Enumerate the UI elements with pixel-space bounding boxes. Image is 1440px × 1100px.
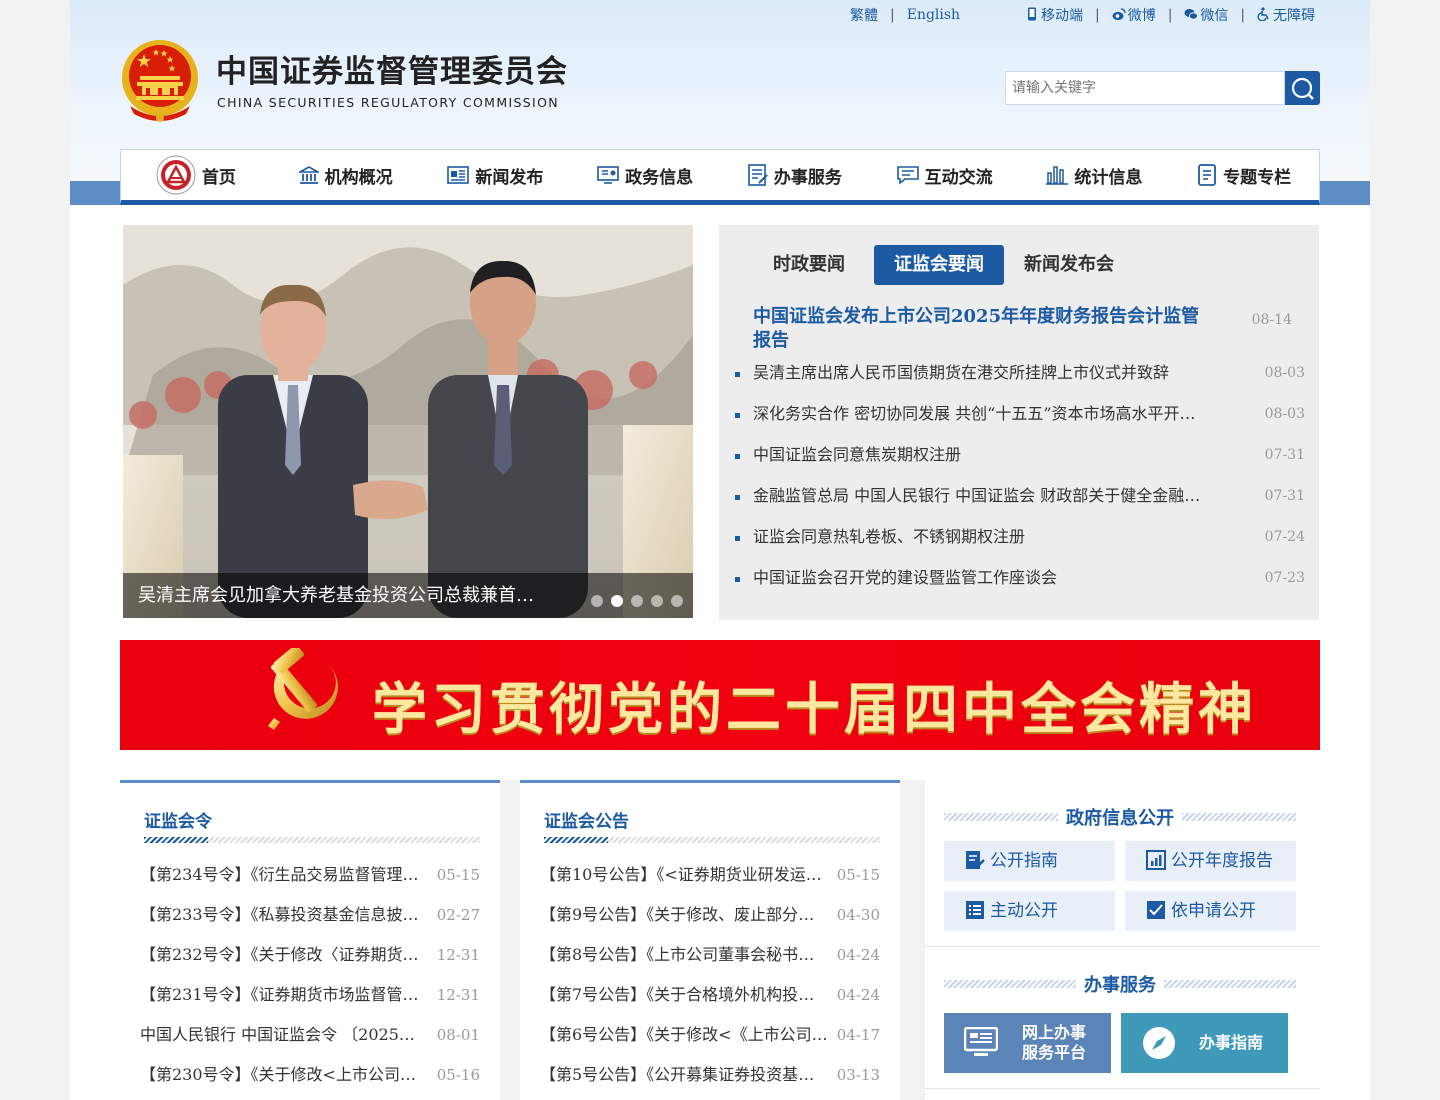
tab-political-news[interactable]: 时政要闻 [744,245,874,285]
list-item[interactable]: 金融监管总局 中国人民银行 中国证监会 财政部关于健全金融风险防范化解机制的通知… [735,484,1305,525]
newspaper-icon [447,166,470,184]
nav-statistics[interactable]: 统计信息 [1020,150,1170,200]
nav-about[interactable]: 机构概况 [271,150,421,200]
list-item[interactable]: 【第5号公告】《公开募集证券投资基金业绩比较基准指引》03-13 [540,1063,880,1100]
slider-dots [591,595,683,607]
weibo-link[interactable]: 微博 [1112,5,1156,25]
service-guide-button[interactable]: 办事指南 [1121,1013,1288,1073]
wechat-icon [1184,9,1199,20]
headline-date: 08-14 [1251,312,1292,328]
search-button[interactable] [1285,71,1320,105]
nav-home[interactable]: 首页 [121,150,271,200]
nav-government-affairs[interactable]: 政务信息 [570,150,720,200]
list-item[interactable]: 【第7号公告】《关于合格境外机构投资者的有关规定》04-24 [540,983,880,1023]
slider-dot[interactable] [671,595,683,607]
annual-report-button[interactable]: 公开年度报告 [1125,841,1296,881]
news-photo-slider[interactable]: 吴清主席会见加拿大养老基金投资公司总裁兼首席执行官 [123,225,693,618]
right-sidebar: 政府信息公开 公开指南 公开年度报告 主动公开 依申请公开 办事服务 网上办事 … [925,780,1320,1100]
slider-dot[interactable] [591,595,603,607]
nav-news[interactable]: 新闻发布 [421,150,571,200]
mobile-icon [1027,7,1036,21]
headline-news[interactable]: 中国证监会发布上市公司2025年年度财务报告会计监管报告 [753,305,1213,353]
list-item[interactable]: 【第232号令】《关于修改〈证券期货行政执法当事人承诺制度实施规定〉的决定》12… [140,943,480,983]
weibo-icon [1112,8,1126,20]
institution-icon [298,166,319,184]
orders-title[interactable]: 证监会令 [144,807,212,832]
proactive-disclosure-button[interactable]: 主动公开 [944,891,1115,931]
services-title: 办事服务 [944,971,1296,997]
bar-chart-icon [1046,166,1069,185]
list-item[interactable]: 【第10号公告】《<证券期货业研发运营一体化能力成熟度模型>等金融行业标准》05… [540,863,880,903]
notices-title[interactable]: 证监会公告 [544,807,629,832]
accessibility-link[interactable]: 无障碍 [1257,5,1315,25]
search-input[interactable] [1005,71,1285,105]
list-item[interactable]: 【第230号令】《关于修改<上市公司重大资产重组管理办法>的决定》05-16 [140,1063,480,1100]
online-service-platform-button[interactable]: 网上办事 服务平台 [944,1013,1111,1073]
mobile-link[interactable]: 移动端 [1025,5,1083,25]
list-item[interactable]: 【第231号令】《证券期货市场监督管理措施实施办法》12-31 [140,983,480,1023]
compass-icon [1143,1027,1175,1059]
divider [925,946,1320,947]
list-item[interactable]: 证监会同意热轧卷板、不锈钢期权注册 07-24 [735,525,1305,566]
orders-section: 证监会令 【第234号令】《衍生品交易监督管理办法（试行）》05-15 【第23… [120,780,500,1100]
page: 繁體 | English 移动端 | 微博 | 微信 | 无障碍 中国证券监督管理委员会 CHI… [70,0,1370,1100]
nav-services[interactable]: 办事服务 [720,150,870,200]
party-study-banner[interactable]: 学习贯彻党的二十届四中全会精神 [120,640,1320,750]
monitor-icon [597,166,619,184]
notices-list: 【第10号公告】《<证券期货业研发运营一体化能力成熟度模型>等金融行业标准》05… [540,863,880,1100]
notebook-icon [1198,164,1217,186]
list-icon [966,901,984,919]
list-item[interactable]: 【第8号公告】《上市公司董事会秘书监管规则》04-24 [540,943,880,983]
nav-special-topics[interactable]: 专题专栏 [1169,150,1319,200]
hammer-sickle-icon [268,648,338,730]
list-item[interactable]: 【第234号令】《衍生品交易监督管理办法（试行）》05-15 [140,863,480,903]
list-item[interactable]: 深化务实合作 密切协同发展 共创“十五五”资本市场高水平开放新局面 08-03 [735,402,1305,443]
slider-dot[interactable] [651,595,663,607]
disclosure-guide-button[interactable]: 公开指南 [944,841,1115,881]
tab-press-conference[interactable]: 新闻发布会 [1004,245,1134,285]
gov-info-title: 政府信息公开 [944,804,1296,830]
csrc-emblem-icon [156,155,196,195]
document-list-icon [748,164,768,186]
tab-csrc-news[interactable]: 证监会要闻 [874,245,1004,285]
traditional-chinese-link[interactable]: 繁體 [850,5,878,25]
accessibility-icon [1257,7,1269,21]
main-nav: 首页 机构概况 新闻发布 政务信息 办事服务 互动交流 统计信息 专题专栏 [120,149,1320,205]
top-links: 繁體 | English 移动端 | 微博 | 微信 | 无障碍 [850,5,1316,25]
search-icon [1291,77,1314,100]
english-link[interactable]: English [907,7,960,23]
slider-dot-active[interactable] [611,595,623,607]
list-item[interactable]: 吴清主席出席人民币国债期货在港交所挂牌上市仪式并致辞 08-03 [735,361,1305,402]
national-emblem-logo[interactable] [120,36,200,122]
site-title[interactable]: 中国证券监督管理委员会 [216,46,568,91]
divider [544,837,880,843]
edit-document-icon [966,851,985,869]
list-item[interactable]: 【第9号公告】《关于修改、废止部分证券期货制度文件的决定》04-30 [540,903,880,943]
orders-list: 【第234号令】《衍生品交易监督管理办法（试行）》05-15 【第233号令】《… [140,863,480,1100]
list-item[interactable]: 中国人民银行 中国证监会令 〔2025〕第1号 08-01 [140,1023,480,1063]
divider [144,837,480,843]
slider-dot[interactable] [631,595,643,607]
divider [925,1088,1320,1089]
news-tabs: 时政要闻 证监会要闻 新闻发布会 [744,245,1134,285]
nav-interaction[interactable]: 互动交流 [870,150,1020,200]
wechat-link[interactable]: 微信 [1184,5,1228,25]
list-item[interactable]: 【第233号令】《私募投资基金信息披露监督管理办法》02-27 [140,903,480,943]
slide-photo [123,225,693,618]
list-item[interactable]: 中国证监会同意焦炭期权注册 07-31 [735,443,1305,484]
checklist-icon [1147,901,1165,919]
request-disclosure-button[interactable]: 依申请公开 [1125,891,1296,931]
list-item[interactable]: 【第6号公告】《关于修改<《上市公司收购管理办法》第六十二条>的决定》04-17 [540,1023,880,1063]
column-gap [900,780,925,1100]
banner-text: 学习贯彻党的二十届四中全会精神 [372,677,1258,741]
news-list: 吴清主席出席人民币国债期货在港交所挂牌上市仪式并致辞 08-03 深化务实合作 密… [735,361,1305,607]
site-title-english: CHINA SECURITIES REGULATORY COMMISSION [217,95,559,110]
chat-icon [896,166,919,185]
news-panel: 时政要闻 证监会要闻 新闻发布会 中国证监会发布上市公司2025年年度财务报告会… [719,225,1319,620]
notices-section: 证监会公告 【第10号公告】《<证券期货业研发运营一体化能力成熟度模型>等金融行… [520,780,900,1100]
list-item[interactable]: 中国证监会召开党的建设暨监管工作座谈会 07-23 [735,566,1305,607]
report-chart-icon [1146,850,1166,870]
computer-icon [964,1027,998,1056]
column-gap [500,780,520,1100]
